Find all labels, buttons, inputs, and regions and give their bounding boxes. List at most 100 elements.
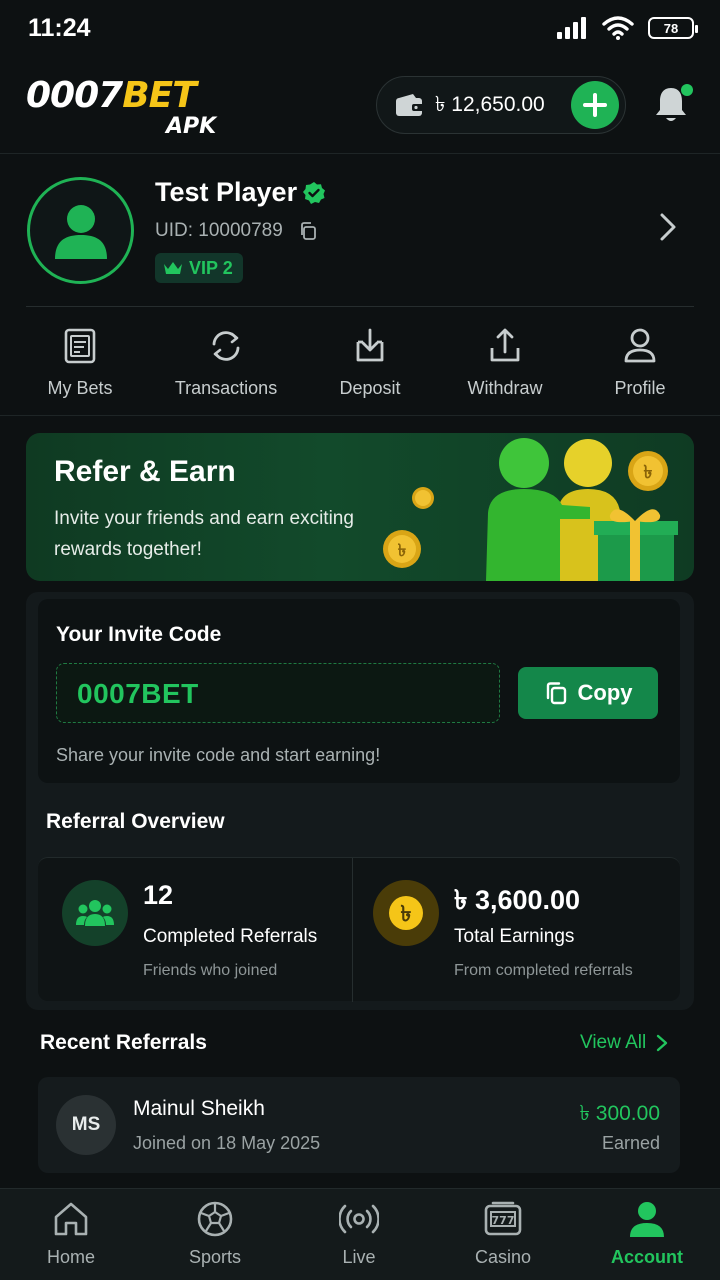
- broadcast-icon: [339, 1204, 379, 1234]
- completed-referrals-count: 12: [143, 880, 174, 910]
- wallet-balance[interactable]: ৳ 12,650.00: [376, 76, 626, 134]
- total-earnings-label: Total Earnings: [454, 926, 575, 947]
- plus-icon: [583, 93, 607, 117]
- status-bar: 11:24 78: [0, 0, 720, 58]
- add-funds-button[interactable]: [571, 81, 619, 129]
- user-icon: [54, 204, 107, 259]
- profile-summary[interactable]: Test Player UID: 10000789 VIP 2: [0, 155, 720, 307]
- slot-machine-icon: 777: [484, 1201, 522, 1236]
- svg-text:৳: ৳: [401, 902, 412, 927]
- nav-label: Account: [611, 1247, 683, 1267]
- referral-name: Mainul Sheikh: [133, 1097, 265, 1120]
- action-deposit[interactable]: Deposit: [332, 326, 408, 399]
- app-header: 0007BET APK ৳ 12,650.00: [0, 58, 720, 154]
- notification-dot: [681, 84, 693, 96]
- invite-code-field[interactable]: 0007BET: [56, 663, 500, 723]
- svg-text:777: 777: [492, 1214, 515, 1227]
- nav-label: Casino: [474, 1247, 532, 1267]
- referral-panel: Your Invite Code 0007BET Copy Share your…: [26, 592, 694, 1010]
- action-label: Deposit: [339, 378, 401, 398]
- total-earnings-sub: From completed referrals: [454, 962, 633, 979]
- bottom-navigation: Home Sports Live 777 Casino Account: [0, 1188, 720, 1280]
- banner-text: Invite your friends and earn exciting re…: [54, 508, 354, 560]
- divider: [26, 306, 694, 307]
- copy-uid-icon[interactable]: [298, 221, 318, 241]
- referral-status: Earned: [601, 1133, 660, 1153]
- copy-label: Copy: [577, 680, 633, 705]
- total-earnings-amount: ৳ 3,600.00: [454, 885, 581, 915]
- signal-icon: [557, 17, 586, 39]
- nav-live[interactable]: Live: [304, 1199, 414, 1268]
- svg-text:৳: ৳: [398, 541, 406, 561]
- invite-hint: Share your invite code and start earning…: [56, 745, 381, 765]
- overview-title: Referral Overview: [46, 810, 225, 833]
- earnings-stat-icon: ৳: [373, 880, 439, 946]
- wallet-icon: [396, 94, 424, 116]
- action-label: Withdraw: [467, 378, 543, 398]
- completed-referrals-label: Completed Referrals: [143, 926, 318, 947]
- verified-badge-icon: [303, 182, 325, 204]
- refer-earn-banner[interactable]: Refer & Earn Invite your friends and ear…: [26, 433, 694, 581]
- banner-title: Refer & Earn: [54, 455, 236, 488]
- copy-code-button[interactable]: Copy: [518, 667, 658, 719]
- action-my-bets[interactable]: My Bets: [45, 326, 115, 399]
- invite-code: 0007BET: [77, 678, 199, 709]
- account-icon: [630, 1202, 664, 1237]
- friends-gift-illustration: ৳ ৳: [383, 438, 678, 581]
- invite-code-card: Your Invite Code 0007BET Copy Share your…: [38, 599, 680, 783]
- brand-logo[interactable]: 0007BET APK: [26, 75, 216, 140]
- soccer-ball-icon: [197, 1201, 233, 1237]
- person-icon: [624, 328, 656, 363]
- battery-icon: 78: [648, 17, 698, 39]
- chevron-right-icon: [656, 1034, 668, 1052]
- divider: [352, 858, 353, 1002]
- action-transactions[interactable]: Transactions: [171, 326, 281, 399]
- nav-label: Sports: [188, 1247, 242, 1267]
- logo-text-white: 0007: [26, 75, 123, 116]
- referrals-stat-icon: [62, 880, 128, 946]
- referral-avatar: MS: [56, 1095, 116, 1155]
- vip-label: VIP 2: [189, 257, 233, 278]
- nav-label: Home: [46, 1247, 95, 1267]
- invite-title: Your Invite Code: [56, 623, 222, 646]
- wifi-icon: [602, 16, 634, 40]
- view-all-link[interactable]: View All: [580, 1032, 668, 1054]
- balance-amount: ৳ 12,650.00: [435, 92, 545, 116]
- referral-join-date: Joined on 18 May 2025: [133, 1133, 321, 1153]
- player-name: Test Player: [155, 177, 298, 207]
- view-all-label: View All: [580, 1032, 647, 1053]
- action-label: Profile: [614, 378, 666, 398]
- user-id: UID: 10000789: [155, 220, 283, 241]
- logo-subtext: APK: [166, 114, 217, 139]
- referral-list-item[interactable]: MS Mainul Sheikh Joined on 18 May 2025 ৳…: [38, 1077, 680, 1173]
- completed-referrals-sub: Friends who joined: [143, 962, 278, 979]
- vip-badge: VIP 2: [155, 253, 243, 283]
- quick-actions: My Bets Transactions Deposit Withdraw Pr…: [0, 310, 720, 416]
- group-icon: [76, 900, 114, 926]
- home-icon: [54, 1202, 88, 1236]
- recent-referrals-title: Recent Referrals: [40, 1031, 207, 1054]
- receipt-icon: [64, 328, 96, 364]
- chevron-right-icon[interactable]: [656, 211, 680, 243]
- crown-icon: [164, 262, 182, 274]
- referral-overview-card: 12 Completed Referrals Friends who joine…: [38, 857, 680, 1002]
- action-label: My Bets: [47, 378, 113, 398]
- refresh-icon: [212, 331, 240, 361]
- avatar: [27, 177, 134, 284]
- nav-account[interactable]: Account: [592, 1199, 702, 1268]
- copy-icon: [546, 682, 566, 705]
- status-time: 11:24: [28, 14, 91, 42]
- upload-tray-icon: [490, 328, 520, 362]
- nav-home[interactable]: Home: [16, 1199, 126, 1268]
- nav-sports[interactable]: Sports: [160, 1199, 270, 1268]
- taka-coin-icon: ৳: [389, 896, 423, 930]
- nav-label: Live: [342, 1247, 376, 1267]
- logo-text-yellow: BET: [122, 75, 197, 116]
- nav-casino[interactable]: 777 Casino: [448, 1199, 558, 1268]
- action-withdraw[interactable]: Withdraw: [460, 326, 550, 399]
- action-profile[interactable]: Profile: [606, 326, 674, 399]
- download-tray-icon: [356, 328, 384, 362]
- status-icons: 78: [556, 16, 698, 40]
- action-label: Transactions: [174, 378, 278, 398]
- referral-amount: ৳ 300.00: [579, 1102, 660, 1125]
